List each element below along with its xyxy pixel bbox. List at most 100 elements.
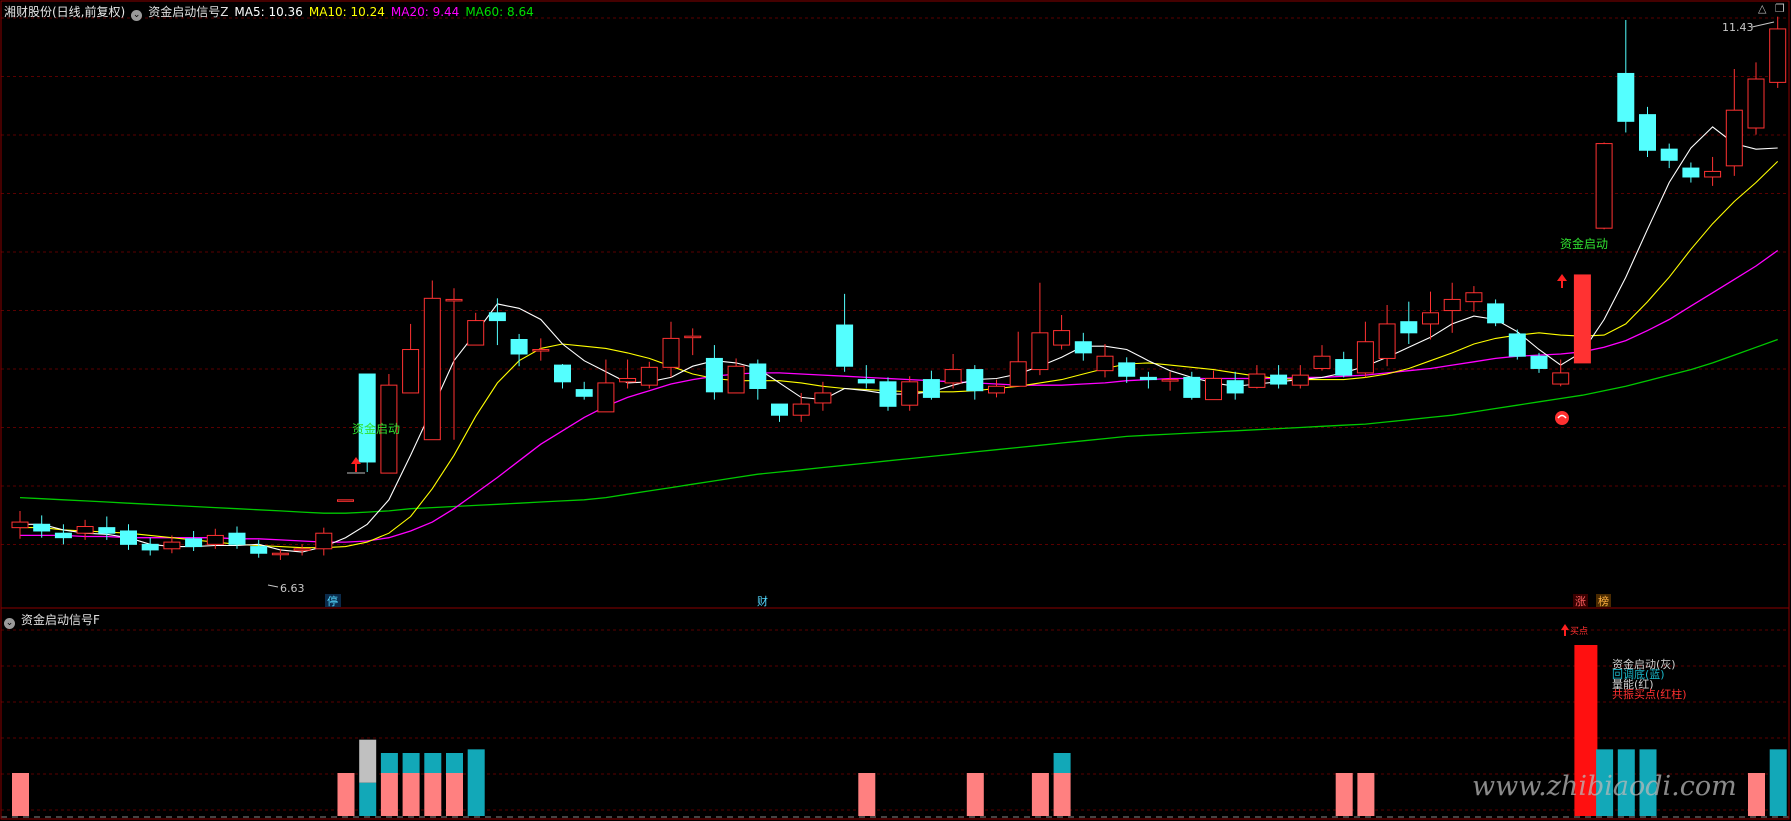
svg-text:停: 停 bbox=[327, 594, 338, 608]
sub-bar-pink bbox=[380, 773, 398, 816]
candle bbox=[1508, 329, 1526, 360]
sub-bar-teal bbox=[402, 753, 420, 773]
sub-bar bbox=[1357, 773, 1375, 816]
sub-bar bbox=[858, 773, 876, 816]
candle-body bbox=[554, 364, 571, 383]
kline-chart[interactable]: 资金启动 资金启动 买点 11.43 6.63 停 财 涨 榜 资金启动(灰)回… bbox=[0, 0, 1791, 821]
sub-indicator-name[interactable]: 资金启动信号F bbox=[21, 613, 100, 627]
sub-bar bbox=[467, 749, 485, 816]
candle-body bbox=[532, 349, 550, 352]
candle-body bbox=[1378, 323, 1396, 359]
sub-bar-pink bbox=[966, 773, 984, 816]
candle-body bbox=[1291, 374, 1309, 386]
sub-bar bbox=[1053, 753, 1071, 816]
candle-body bbox=[1161, 379, 1179, 382]
candle-body bbox=[271, 552, 289, 556]
candle-body bbox=[1769, 28, 1787, 83]
svg-text:榜: 榜 bbox=[1598, 594, 1609, 608]
candle-body bbox=[749, 363, 767, 389]
candle-body bbox=[1248, 373, 1266, 388]
candle-body bbox=[185, 538, 203, 548]
indicator-name[interactable]: 资金启动信号Z bbox=[148, 5, 228, 19]
candle-body bbox=[1313, 355, 1331, 369]
candle-body bbox=[11, 521, 29, 529]
candle-body bbox=[857, 379, 875, 384]
candle-body bbox=[1530, 355, 1548, 369]
sub-bar bbox=[359, 739, 377, 816]
sub-bar-pink bbox=[1748, 773, 1765, 816]
indicator-toggle-icon[interactable]: ⌄ bbox=[131, 10, 143, 21]
sub-bar-gray bbox=[359, 739, 377, 783]
candle-body bbox=[33, 523, 51, 532]
candle-body bbox=[1422, 312, 1439, 325]
candle-body bbox=[1443, 298, 1461, 312]
candle-body bbox=[1205, 377, 1222, 401]
candle-body bbox=[293, 548, 311, 551]
candle-body bbox=[488, 312, 506, 322]
candle-body bbox=[1617, 72, 1635, 122]
candle bbox=[1573, 274, 1591, 364]
candle bbox=[901, 376, 919, 411]
signal-label-2: 资金启动 bbox=[1560, 236, 1608, 251]
candle-body bbox=[54, 532, 72, 539]
candle bbox=[879, 377, 897, 411]
candle-body bbox=[1183, 376, 1201, 398]
candle-body bbox=[684, 335, 702, 339]
candle-body bbox=[814, 392, 832, 404]
candle-body bbox=[1660, 148, 1678, 161]
sub-bar-pink bbox=[1053, 773, 1071, 816]
sub-bar-teal bbox=[424, 753, 442, 773]
restore-window-icon[interactable]: ❐ bbox=[1775, 2, 1785, 15]
sub-indicator-toggle-icon[interactable]: ⌄ bbox=[4, 618, 15, 629]
sub-bar bbox=[966, 773, 984, 816]
candle-body bbox=[1508, 333, 1526, 357]
candle-body bbox=[705, 357, 723, 393]
candle-body bbox=[575, 389, 593, 397]
candle-body bbox=[597, 382, 615, 413]
candle-body bbox=[1139, 376, 1157, 381]
candle-body bbox=[640, 366, 658, 386]
candle-body bbox=[467, 320, 485, 346]
sub-bar-teal bbox=[359, 782, 377, 816]
candle-body bbox=[402, 349, 420, 394]
candle-body bbox=[423, 297, 441, 441]
candle-body bbox=[1747, 78, 1765, 129]
marker-cai: 财 bbox=[757, 594, 768, 608]
candle-body bbox=[879, 381, 897, 407]
candle-body bbox=[250, 546, 268, 554]
sub-bar-pink bbox=[424, 773, 442, 816]
sub-bar bbox=[1335, 773, 1353, 816]
candle-body bbox=[206, 534, 224, 545]
candle-body bbox=[1725, 109, 1743, 167]
sub-bar-teal bbox=[1053, 753, 1071, 773]
watermark: www.zhibiaodi.com bbox=[1472, 771, 1737, 802]
candle-body bbox=[315, 532, 333, 550]
candle-body bbox=[988, 385, 1005, 394]
candle-body bbox=[1552, 372, 1570, 385]
marker-zhang: 涨 bbox=[1573, 594, 1588, 608]
sub-bar bbox=[1769, 749, 1787, 816]
sub-bar bbox=[1748, 773, 1765, 816]
candle-body bbox=[510, 339, 528, 355]
candle-body bbox=[1226, 380, 1244, 394]
candle-body bbox=[1335, 359, 1353, 376]
candle-body bbox=[98, 527, 116, 534]
sub-bar bbox=[380, 753, 398, 816]
candle-body bbox=[1118, 362, 1136, 377]
candle-body bbox=[1053, 330, 1071, 346]
stock-title[interactable]: 湘财股份(日线,前复权) bbox=[4, 5, 125, 19]
candle-body bbox=[1573, 274, 1591, 364]
svg-text:涨: 涨 bbox=[1575, 595, 1586, 608]
candle-body bbox=[619, 377, 637, 383]
candle bbox=[1639, 106, 1656, 157]
sub-buy-label: 买点 bbox=[1570, 626, 1588, 637]
candle-body bbox=[1400, 321, 1418, 334]
candle-body bbox=[358, 373, 376, 463]
legend-item: 共振买点(红柱) bbox=[1612, 687, 1687, 701]
collapse-up-icon[interactable]: △ bbox=[1758, 2, 1766, 15]
candle-body bbox=[792, 403, 810, 416]
candle-body bbox=[1595, 143, 1613, 229]
low-price-label: 6.63 bbox=[280, 582, 305, 595]
marker-bang: 榜 bbox=[1596, 594, 1611, 608]
candle-body bbox=[1031, 332, 1049, 371]
